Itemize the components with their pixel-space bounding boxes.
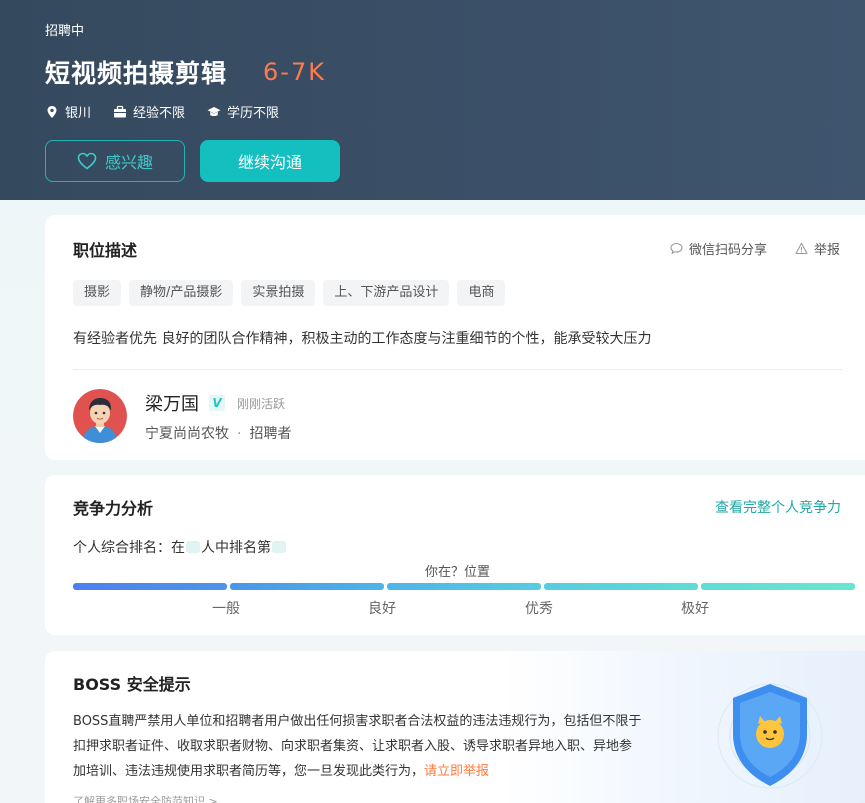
- rank-bar-segment: [230, 583, 384, 590]
- safety-body: BOSS直聘严禁用人单位和招聘者用户做出任何损害求职者合法权益的违法违规行为，包…: [73, 714, 642, 779]
- rank-middle: 人中排名第: [201, 540, 271, 556]
- interested-button[interactable]: 感兴趣: [45, 140, 185, 182]
- chat-bubble-icon: [670, 242, 683, 255]
- safety-tips-card: BOSS 安全提示 BOSS直聘严禁用人单位和招聘者用户做出任何损害求职者合法权…: [45, 651, 865, 803]
- level-label: 良好: [368, 601, 396, 617]
- skill-tag: 静物/产品摄影: [129, 280, 234, 306]
- rank-prefix: 个人综合排名：在: [73, 540, 185, 556]
- recruiter-name: 梁万国: [145, 394, 199, 415]
- rank-bar-segment: [73, 583, 227, 590]
- level-label: 优秀: [525, 601, 553, 617]
- report-now-link[interactable]: 请立即举报: [424, 764, 489, 779]
- skill-tag: 上、下游产品设计: [323, 280, 450, 306]
- hidden-rank: [272, 541, 286, 553]
- safety-title: BOSS 安全提示: [73, 675, 191, 694]
- separator-dot: ·: [237, 426, 242, 442]
- recruiter-company-row: 宁夏尚尚农牧 · 招聘者: [145, 423, 291, 443]
- skill-tag: 实景拍摄: [241, 280, 316, 306]
- wechat-share-button[interactable]: 微信扫码分享: [670, 239, 767, 258]
- verified-badge-icon: V: [209, 395, 225, 411]
- competition-title: 竞争力分析: [73, 499, 154, 518]
- competition-card: 竞争力分析 查看完整个人竞争力 个人综合排名：在 人中排名第 你在？位置 一般 …: [45, 475, 865, 635]
- meta-education: 学历不限: [207, 102, 279, 121]
- meta-experience-text: 经验不限: [133, 106, 186, 121]
- job-header: 招聘中 短视频拍摄剪辑 6-7K 银川 经验不限 学历不限 感兴趣 继续沟通: [0, 0, 865, 200]
- recruiter-avatar[interactable]: [73, 389, 127, 443]
- rank-bar-segment: [701, 583, 855, 590]
- recruiter-active-status: 刚刚活跃: [237, 396, 286, 411]
- divider: [73, 369, 843, 370]
- rank-text: 个人综合排名：在 人中排名第: [73, 537, 287, 557]
- job-description-card: 职位描述 微信扫码分享 举报 摄影 静物/产品摄影 实景拍摄 上、下游产品设计 …: [45, 215, 865, 460]
- skill-tag: 摄影: [73, 280, 122, 306]
- recruiter-name-row: 梁万国 V 刚刚活跃: [145, 390, 285, 416]
- salary: 6-7K: [263, 58, 326, 86]
- shield-mascot-icon: [715, 676, 825, 796]
- job-description-title: 职位描述: [73, 241, 138, 260]
- location-pin-icon: [45, 105, 59, 119]
- meta-experience: 经验不限: [113, 102, 185, 121]
- job-meta: 银川 经验不限 学历不限: [45, 102, 301, 121]
- rank-bar-segment: [387, 583, 541, 590]
- view-full-competitiveness-link[interactable]: 查看完整个人竞争力: [715, 497, 841, 517]
- job-title: 短视频拍摄剪辑: [45, 59, 228, 88]
- recruiting-status: 招聘中: [45, 24, 85, 39]
- rank-bar-segment: [544, 583, 698, 590]
- heart-icon: [77, 152, 97, 170]
- recruiter-company: 宁夏尚尚农牧: [145, 426, 229, 442]
- warning-icon: [795, 242, 808, 255]
- title-row: 短视频拍摄剪辑 6-7K: [45, 54, 326, 90]
- learn-more-link[interactable]: 了解更多职场安全防范知识 >: [73, 793, 218, 803]
- graduation-cap-icon: [207, 105, 221, 119]
- level-label: 极好: [681, 601, 709, 617]
- interested-button-label: 感兴趣: [104, 153, 153, 172]
- safety-text: BOSS直聘严禁用人单位和招聘者用户做出任何损害求职者合法权益的违法违规行为，包…: [73, 709, 643, 784]
- meta-location: 银川: [45, 102, 91, 121]
- report-label: 举报: [814, 243, 841, 258]
- continue-chat-button[interactable]: 继续沟通: [200, 140, 340, 182]
- level-label: 一般: [212, 601, 240, 617]
- briefcase-icon: [113, 105, 127, 119]
- rank-bar: [73, 583, 855, 590]
- recruiter-role: 招聘者: [249, 426, 292, 442]
- hidden-count: [186, 541, 200, 553]
- your-position-label: 你在？位置: [425, 565, 491, 580]
- job-description-text: 有经验者优先 良好的团队合作精神，积极主动的工作态度与注重细节的个性，能承受较大…: [73, 331, 652, 347]
- wechat-share-label: 微信扫码分享: [689, 243, 768, 258]
- skill-tag: 电商: [457, 280, 506, 306]
- meta-location-text: 银川: [65, 106, 92, 121]
- meta-education-text: 学历不限: [227, 106, 280, 121]
- skill-tags: 摄影 静物/产品摄影 实景拍摄 上、下游产品设计 电商: [73, 280, 513, 306]
- report-button[interactable]: 举报: [795, 239, 840, 258]
